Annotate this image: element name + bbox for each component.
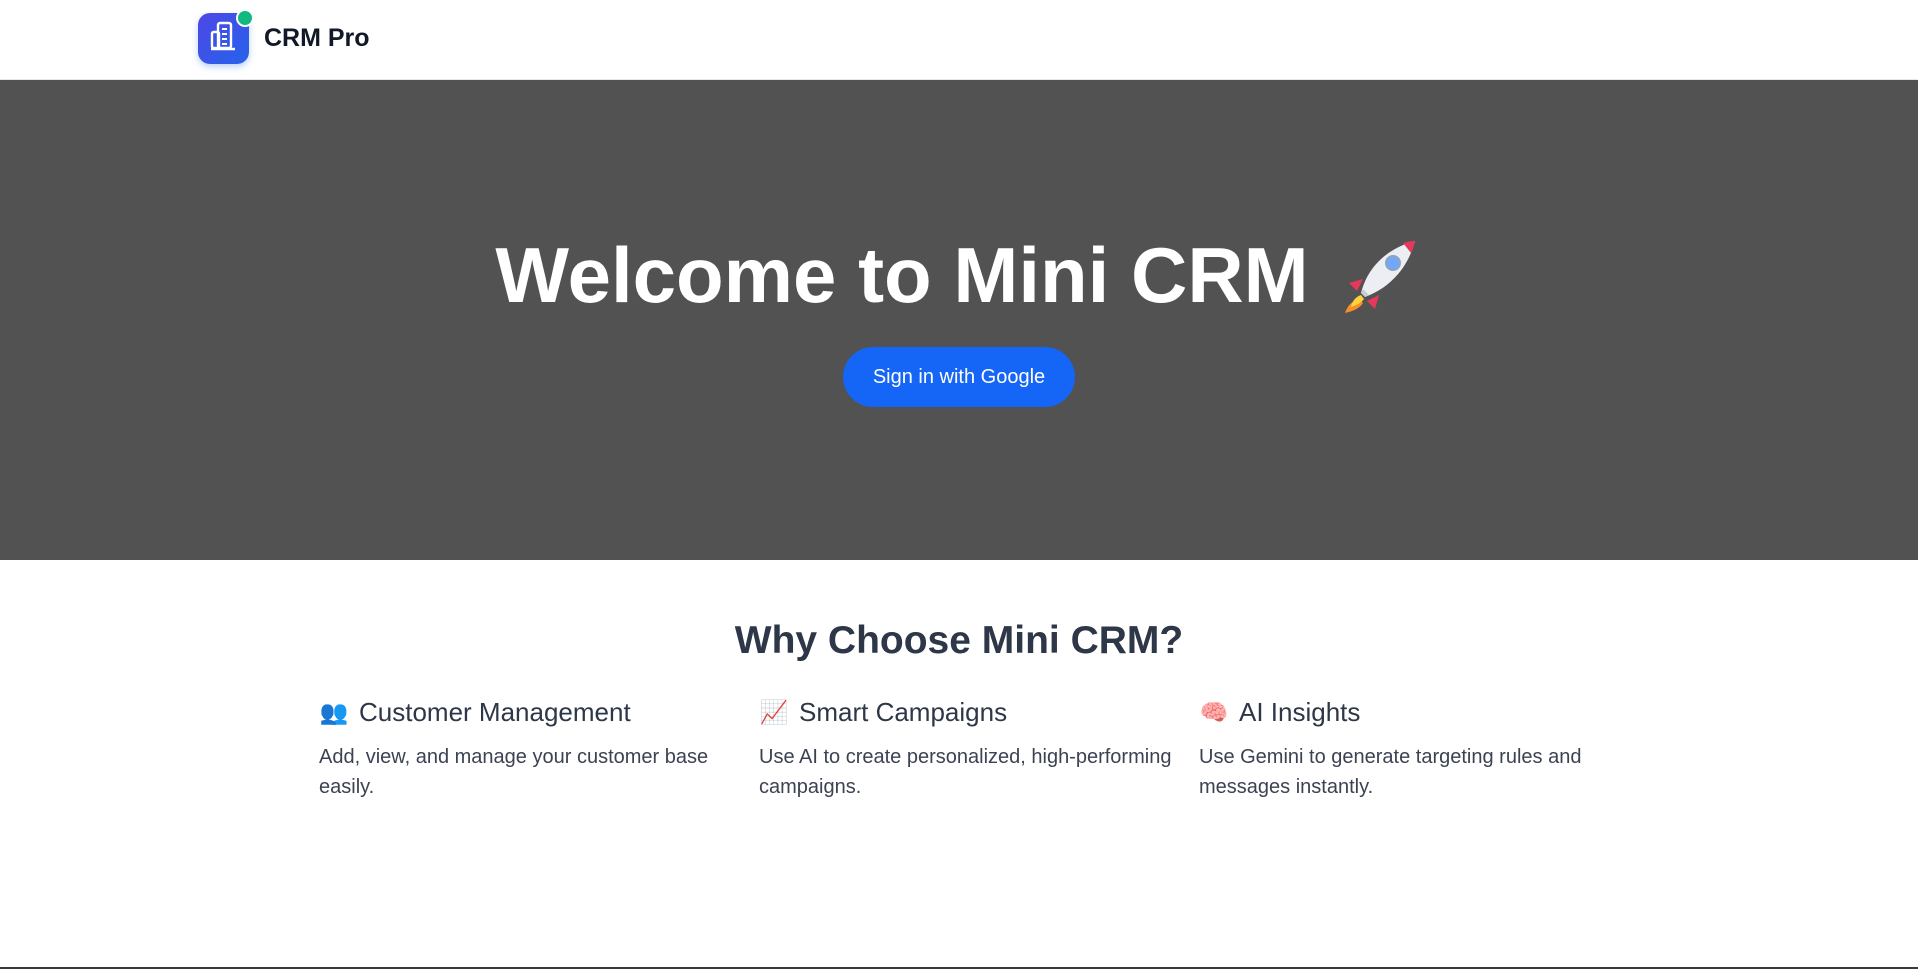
feature-title: Customer Management <box>359 697 631 727</box>
feature-description: Add, view, and manage your customer base… <box>319 746 709 798</box>
rocket-icon <box>1341 235 1423 315</box>
feature-ai-insights: 🧠 AI Insights Use Gemini to generate tar… <box>1199 697 1619 802</box>
logo[interactable] <box>198 9 254 64</box>
brain-icon: 🧠 <box>1199 699 1229 725</box>
hero-title: Welcome to Mini CRM <box>495 231 1309 319</box>
navbar: CRM Pro <box>0 0 1918 80</box>
feature-smart-campaigns: 📈 Smart Campaigns Use AI to create perso… <box>759 697 1179 802</box>
chart-up-icon: 📈 <box>759 699 789 725</box>
brand-name[interactable]: CRM Pro <box>264 24 370 53</box>
features-heading: Why Choose Mini CRM? <box>734 619 1184 662</box>
hero-section: Welcome to Mini CRM Sign in with Google <box>0 80 1918 560</box>
building-icon <box>210 21 238 56</box>
people-icon: 👥 <box>319 699 349 725</box>
feature-title: Smart Campaigns <box>799 697 1008 727</box>
feature-description: Use AI to create personalized, high-perf… <box>759 746 1172 798</box>
sign-in-google-button[interactable]: Sign in with Google <box>843 347 1075 407</box>
online-status-dot <box>236 9 254 27</box>
feature-description: Use Gemini to generate targeting rules a… <box>1199 746 1582 798</box>
feature-customer-management: 👥 Customer Management Add, view, and man… <box>319 697 739 802</box>
brand[interactable]: CRM Pro <box>198 9 370 64</box>
feature-title: AI Insights <box>1239 697 1361 727</box>
hero-heading: Welcome to Mini CRM <box>0 235 1918 315</box>
